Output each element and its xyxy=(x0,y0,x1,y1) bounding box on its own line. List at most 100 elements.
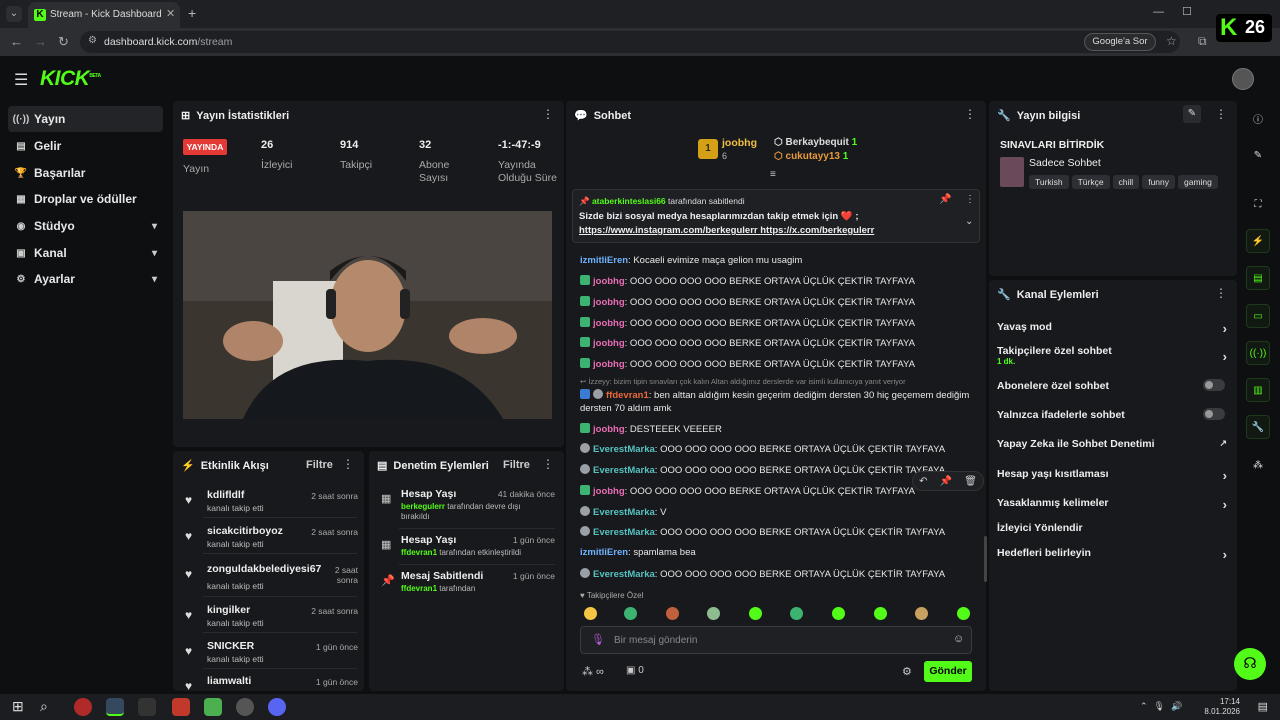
document-icon[interactable]: ▤ xyxy=(1246,266,1270,290)
chat-user[interactable]: ffdevran1 xyxy=(606,390,649,401)
sidebar-item-ayarlar[interactable]: ⚙ Ayarlar ▾ xyxy=(8,266,163,292)
bookmark-star-icon[interactable]: ☆ xyxy=(1166,34,1177,48)
site-info-icon[interactable]: ⚙ xyxy=(88,35,97,46)
chatter-name[interactable]: cukutayy13 xyxy=(786,151,840,162)
pinned-by-user[interactable]: ataberkinteslasi66 xyxy=(592,196,666,206)
window-controls[interactable]: —☐ xyxy=(1153,5,1210,18)
tag[interactable]: chill xyxy=(1112,175,1140,189)
forward-icon[interactable]: → xyxy=(34,34,47,49)
mod-user[interactable]: ffdevran1 xyxy=(401,548,437,557)
emote-icon[interactable] xyxy=(749,607,762,620)
chat-user[interactable]: joobhg xyxy=(593,318,625,329)
emote-icon[interactable] xyxy=(915,607,928,620)
unpin-icon[interactable]: 📌 xyxy=(939,194,951,205)
chat-user[interactable]: joobhg xyxy=(593,424,625,435)
event-user[interactable]: SNICKER xyxy=(207,640,254,652)
ai-moderation-item[interactable]: Yapay Zeka ile Sohbet Denetimi ↗ xyxy=(997,438,1227,450)
chat-user[interactable]: izmitliEren xyxy=(580,255,628,266)
trash-icon[interactable]: 🗑 xyxy=(964,476,977,487)
tag[interactable]: Türkçe xyxy=(1071,175,1110,189)
top-chatter-name[interactable]: joobhg xyxy=(722,137,757,149)
extensions-icon[interactable]: ⧉ xyxy=(1198,34,1207,49)
category-name[interactable]: Sadece Sohbet xyxy=(1029,157,1101,169)
reply-icon[interactable]: ↶ xyxy=(919,476,927,487)
edit-icon[interactable]: ✎ xyxy=(1246,143,1270,167)
app-icon[interactable] xyxy=(74,698,92,716)
sidebar-item-gelir[interactable]: ▤ Gelir xyxy=(8,133,163,159)
pinned-link-x[interactable]: https://x.com/berkegulerr xyxy=(760,225,874,236)
chat-user[interactable]: EverestMarka xyxy=(593,507,655,518)
chrome-icon[interactable] xyxy=(106,698,124,716)
collapse-icon[interactable]: ≡ xyxy=(770,169,776,180)
lightning-icon[interactable]: ⚡ xyxy=(1246,229,1270,253)
search-icon[interactable]: ⌕ xyxy=(40,698,58,716)
google-ask-button[interactable]: Google'a Sor xyxy=(1084,33,1156,51)
send-button[interactable]: Gönder xyxy=(924,661,972,682)
event-user[interactable]: sicakcitirboyoz xyxy=(207,525,283,537)
emote-icon[interactable] xyxy=(957,607,970,620)
app-icon[interactable] xyxy=(138,698,156,716)
app-icon[interactable] xyxy=(204,698,222,716)
chat-input[interactable]: 🎙 Bir mesaj gönderin ☺ xyxy=(580,626,972,654)
more-menu-icon[interactable]: ⋮ xyxy=(542,457,554,471)
more-menu-icon[interactable]: ⋮ xyxy=(342,457,354,471)
hamburger-menu-icon[interactable]: ☰ xyxy=(14,70,28,90)
back-icon[interactable]: ← xyxy=(10,34,23,49)
wrench-icon[interactable]: 🔧 xyxy=(1246,415,1270,439)
windows-start-icon[interactable]: ⊞ xyxy=(12,698,30,716)
layout-icon[interactable]: ▥ xyxy=(1246,378,1270,402)
tray-icons[interactable]: ⌃🎙🔊 xyxy=(1140,701,1188,712)
url-input[interactable]: ⚙ dashboard.kick.com/stream xyxy=(80,31,1180,53)
info-icon[interactable]: ⓘ xyxy=(1246,106,1270,130)
tag[interactable]: Turkish xyxy=(1029,175,1069,189)
apps-icon[interactable]: ⁂ xyxy=(1246,453,1270,477)
emote-icon[interactable] xyxy=(707,607,720,620)
sidebar-item-droplar[interactable]: ▦ Droplar ve ödüller xyxy=(8,186,163,212)
chat-scrollbar[interactable] xyxy=(984,536,987,582)
new-tab-icon[interactable]: + xyxy=(188,5,196,21)
chat-user[interactable]: EverestMarka xyxy=(593,465,655,476)
more-menu-icon[interactable]: ⋮ xyxy=(965,194,975,205)
banned-words-item[interactable]: Yasaklanmış kelimeler › xyxy=(997,497,1227,512)
sidebar-item-yayin[interactable]: ((·)) Yayın xyxy=(8,106,163,132)
emoji-icon[interactable]: ☺ xyxy=(953,633,964,645)
account-age-item[interactable]: Hesap yaşı kısıtlaması › xyxy=(997,468,1227,483)
event-user[interactable]: kdlifldlf xyxy=(207,489,244,501)
edit-icon[interactable]: ✎ xyxy=(1183,105,1201,123)
reply-context[interactable]: ↩ İzzeyy: bizim tipin sınavları çok kalı… xyxy=(580,377,976,386)
emote-icon[interactable] xyxy=(832,607,845,620)
app-icon[interactable] xyxy=(268,698,286,716)
follower-only-item[interactable]: Takipçilere özel sohbet 1 dk. › xyxy=(997,345,1227,366)
emote-icon[interactable] xyxy=(584,607,597,620)
pin-icon[interactable]: 📌 xyxy=(940,476,952,487)
emote-icon[interactable] xyxy=(624,607,637,620)
chat-user[interactable]: joobhg xyxy=(593,486,625,497)
chat-user[interactable]: EverestMarka xyxy=(593,444,655,455)
stream-preview[interactable] xyxy=(183,211,552,419)
chat-user[interactable]: joobhg xyxy=(593,276,625,287)
tab-search-icon[interactable]: ⌄ xyxy=(6,6,22,22)
filter-button[interactable]: Filtre xyxy=(306,459,333,471)
support-icon[interactable]: ☊ xyxy=(1234,648,1266,680)
chat-settings-icon[interactable]: ⚙ xyxy=(902,665,912,678)
event-user[interactable]: zonguldakbelediyesi67 xyxy=(207,563,321,575)
chevron-down-icon[interactable]: ⌄ xyxy=(965,216,973,227)
more-menu-icon[interactable]: ⋮ xyxy=(964,107,976,121)
tag[interactable]: funny xyxy=(1142,175,1175,189)
filter-button[interactable]: Filtre xyxy=(503,459,530,471)
more-menu-icon[interactable]: ⋮ xyxy=(542,107,554,121)
chat-user[interactable]: joobhg xyxy=(593,297,625,308)
more-menu-icon[interactable]: ⋮ xyxy=(1215,107,1227,121)
goals-item[interactable]: Hedefleri belirleyin › xyxy=(997,547,1227,562)
reload-icon[interactable]: ↻ xyxy=(58,34,69,50)
microphone-icon[interactable]: 🎙 xyxy=(591,633,605,646)
broadcast-icon[interactable]: ((·)) xyxy=(1246,341,1270,365)
chatter-name[interactable]: Berkaybequit xyxy=(786,137,849,148)
chat-user[interactable]: EverestMarka xyxy=(593,569,655,580)
chat-user[interactable]: joobhg xyxy=(593,338,625,349)
infinity-icon[interactable]: ⁂ ∞ xyxy=(582,665,604,678)
tag[interactable]: gaming xyxy=(1178,175,1218,189)
close-tab-icon[interactable]: ✕ xyxy=(166,7,175,20)
sidebar-item-kanal[interactable]: ▣ Kanal ▾ xyxy=(8,240,163,266)
event-user[interactable]: liamwalti xyxy=(207,675,251,687)
